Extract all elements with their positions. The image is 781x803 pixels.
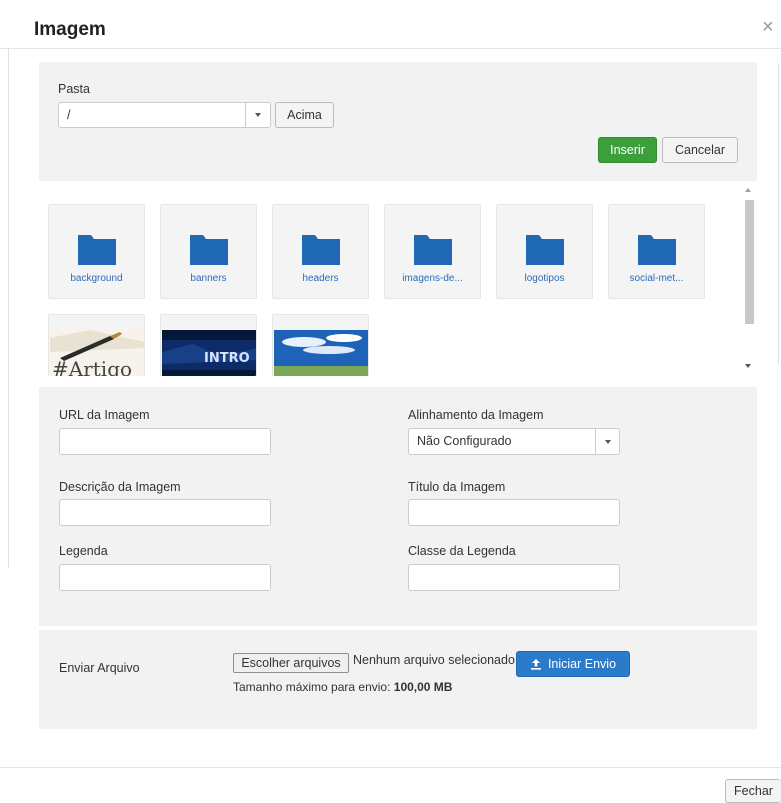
footer-divider [0, 767, 781, 768]
title-label: Título da Imagem [408, 480, 506, 494]
intro-image-thumbnail-icon: INTRO [162, 330, 256, 376]
no-file-text: Nenhum arquivo selecionado [353, 653, 515, 667]
folder-name: banners [190, 273, 227, 284]
folder-tile-imagens[interactable]: imagens-de... [384, 204, 481, 299]
caption-label: Legenda [59, 544, 108, 558]
start-upload-button[interactable]: Iniciar Envio [516, 651, 630, 677]
image-tile-article[interactable]: #Artigo [48, 314, 145, 376]
up-button[interactable]: Acima [275, 102, 334, 128]
folder-name: headers [302, 273, 339, 284]
url-label: URL da Imagem [59, 408, 150, 422]
cancel-button[interactable]: Cancelar [662, 137, 738, 163]
max-size-line: Tamanho máximo para envio: 100,00 MB [233, 680, 452, 694]
max-size-text: Tamanho máximo para envio: [233, 680, 391, 694]
folder-tile-background[interactable]: background [48, 204, 145, 299]
close-button[interactable]: Fechar [725, 779, 781, 803]
alignment-select[interactable]: Não Configurado [408, 428, 620, 455]
select-divider [595, 429, 596, 454]
chevron-down-icon [605, 440, 611, 444]
choose-files-button[interactable]: Escolher arquivos [233, 653, 349, 673]
folder-tile-headers[interactable]: headers [272, 204, 369, 299]
max-size-value: 100,00 MB [393, 680, 453, 694]
dialog-left-edge [8, 48, 9, 568]
upload-panel: Enviar Arquivo Escolher arquivos Nenhum … [39, 630, 757, 729]
scroll-up-icon[interactable] [745, 188, 751, 192]
start-upload-label: Iniciar Envio [547, 657, 617, 671]
browser-scrollbar[interactable] [741, 184, 757, 376]
folder-panel: Pasta / Acima Inserir Cancelar [39, 62, 757, 181]
description-input[interactable] [59, 499, 271, 526]
folder-icon [302, 235, 340, 265]
sky-image-thumbnail-icon [274, 330, 368, 376]
folder-tile-social[interactable]: social-met... [608, 204, 705, 299]
upload-label: Enviar Arquivo [59, 661, 140, 675]
dialog-scroll-edge [778, 64, 779, 364]
folder-name: imagens-de... [402, 273, 463, 284]
folder-label: Pasta [58, 82, 90, 96]
alignment-select-value: Não Configurado [417, 434, 512, 448]
url-input[interactable] [59, 428, 271, 455]
folder-icon [78, 235, 116, 265]
folder-icon [190, 235, 228, 265]
folder-icon [526, 235, 564, 265]
image-form-bottom: Descrição da Imagem Título da Imagem Leg… [39, 464, 757, 626]
caption-input[interactable] [59, 564, 271, 591]
svg-text:#Artigo: #Artigo [52, 357, 132, 376]
insert-button[interactable]: Inserir [598, 137, 657, 163]
scroll-down-icon[interactable] [745, 364, 751, 368]
article-image-thumbnail-icon: #Artigo [50, 330, 144, 376]
image-tile-intro[interactable]: INTRO [160, 314, 257, 376]
caption-class-label: Classe da Legenda [408, 544, 516, 558]
alignment-label: Alinhamento da Imagem [408, 408, 544, 422]
image-form-top: URL da Imagem Alinhamento da Imagem Não … [39, 387, 757, 464]
dialog-title: Imagem [34, 19, 106, 40]
close-icon[interactable]: × [762, 16, 774, 38]
scrollbar-thumb[interactable] [745, 200, 754, 324]
folder-icon [638, 235, 676, 265]
caption-class-input[interactable] [408, 564, 620, 591]
title-input[interactable] [408, 499, 620, 526]
folder-tile-banners[interactable]: banners [160, 204, 257, 299]
chevron-down-icon [255, 113, 261, 117]
folder-select[interactable]: / [58, 102, 271, 128]
media-browser: background banners headers imagens-de...… [39, 184, 757, 376]
select-divider [245, 103, 246, 127]
header-divider [0, 48, 781, 49]
image-tile-sky[interactable] [272, 314, 369, 376]
folder-name: background [70, 273, 123, 284]
intro-thumbnail-text: INTRO [204, 351, 250, 366]
folder-name: logotipos [524, 273, 565, 284]
folder-tile-logotipos[interactable]: logotipos [496, 204, 593, 299]
description-label: Descrição da Imagem [59, 480, 181, 494]
folder-icon [414, 235, 452, 265]
folder-name: social-met... [629, 273, 684, 284]
upload-icon [530, 659, 541, 670]
folder-select-value: / [67, 108, 71, 122]
